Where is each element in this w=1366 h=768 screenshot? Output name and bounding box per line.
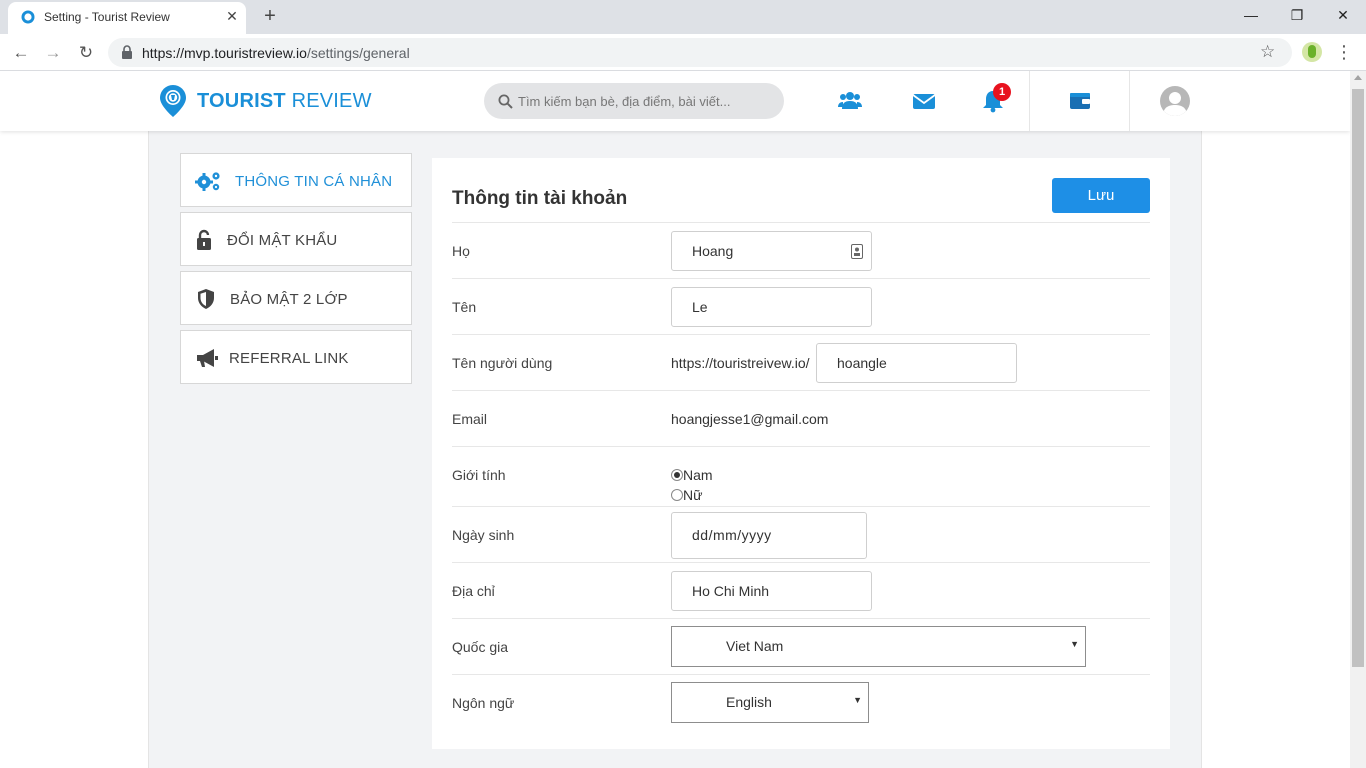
notification-badge: 1 [993, 83, 1011, 101]
form-row-address: Địa chỉ [452, 562, 1150, 618]
sidebar-item-label: ĐỔI MẬT KHẨU [227, 232, 338, 249]
form-row-first-name: Tên [452, 278, 1150, 334]
form-row-username: Tên người dùng https://touristreivew.io/ [452, 334, 1150, 390]
search-input[interactable] [518, 83, 773, 119]
form-row-birthday: Ngày sinh dd/mm/yyyy [452, 506, 1150, 562]
search-box [484, 83, 784, 119]
last-name-field[interactable]: Hoang [671, 231, 872, 271]
gender-option-male[interactable]: Nam [671, 467, 713, 483]
gender-option-female[interactable]: Nữ [671, 487, 702, 503]
browser-menu-icon[interactable]: ⋮ [1334, 41, 1354, 63]
url-path: /settings/general [306, 45, 410, 61]
browser-toolbar: ← → ↻ https://mvp.touristreview.io/setti… [0, 34, 1366, 71]
tourist-review-favicon-icon [21, 10, 35, 24]
header-divider [1129, 71, 1130, 131]
username-prefix: https://touristreivew.io/ [671, 355, 810, 371]
user-icon [1163, 92, 1187, 116]
shield-icon [198, 289, 214, 309]
birthday-label: Ngày sinh [452, 527, 515, 543]
language-select[interactable]: English ▼ [671, 682, 869, 723]
form-row-last-name: Họ Hoang [452, 222, 1150, 278]
restore-button[interactable]: ❐ [1274, 0, 1320, 32]
username-input[interactable] [816, 343, 1017, 383]
contact-card-icon [851, 244, 863, 259]
last-name-value: Hoang [692, 243, 734, 259]
form-row-language: Ngôn ngữ English ▼ [452, 674, 1150, 730]
form-row-gender: Giới tính Nam Nữ [452, 446, 1150, 506]
tab-title: Setting - Tourist Review [44, 10, 170, 24]
birthday-input[interactable]: dd/mm/yyyy [671, 512, 867, 559]
avatar[interactable] [1160, 86, 1190, 116]
email-label: Email [452, 411, 488, 427]
save-button[interactable]: Lưu [1052, 178, 1150, 213]
sidebar-item-two-factor[interactable]: BẢO MẬT 2 LỚP [180, 271, 412, 325]
account-info-card: Thông tin tài khoản Lưu Họ Hoang Tên Tên… [432, 158, 1170, 749]
page-title: Thông tin tài khoản [452, 188, 628, 209]
form-row-email: Email hoangjesse1@gmail.com [452, 390, 1150, 446]
gender-option-label: Nữ [683, 487, 703, 503]
country-value: Viet Nam [726, 638, 784, 654]
sidebar-item-personal-info[interactable]: THÔNG TIN CÁ NHÂN [180, 153, 412, 207]
gears-icon [195, 172, 220, 191]
sidebar-item-referral[interactable]: REFERRAL LINK [180, 330, 412, 384]
bookmark-star-icon[interactable]: ☆ [1260, 42, 1275, 62]
new-tab-button[interactable]: + [259, 6, 281, 28]
sidebar-item-label: REFERRAL LINK [229, 350, 349, 367]
url-host: https://mvp.touristreview.io [142, 45, 307, 61]
sidebar-item-label: BẢO MẬT 2 LỚP [230, 291, 348, 308]
sidebar-item-change-password[interactable]: ĐỔI MẬT KHẨU [180, 212, 412, 266]
page-viewport: TOURIST REVIEW 1 [0, 71, 1350, 768]
page-scrollbar[interactable] [1350, 71, 1366, 768]
scroll-up-arrow-icon[interactable] [1354, 75, 1362, 80]
unlock-icon [197, 229, 211, 250]
first-name-input[interactable] [671, 287, 872, 327]
megaphone-icon [197, 349, 218, 367]
radio-button-checked[interactable] [671, 469, 683, 481]
chevron-down-icon: ▼ [1070, 639, 1079, 649]
gender-option-label: Nam [683, 467, 713, 483]
radio-button[interactable] [671, 489, 683, 501]
scrollbar-thumb[interactable] [1352, 89, 1364, 667]
address-bar[interactable]: https://mvp.touristreview.io/settings/ge… [108, 38, 1292, 67]
chevron-down-icon: ▼ [853, 695, 862, 705]
back-button[interactable]: ← [8, 40, 34, 66]
language-value: English [726, 694, 772, 710]
form-row-country: Quốc gia Viet Nam ▼ [452, 618, 1150, 674]
country-select[interactable]: Viet Nam ▼ [671, 626, 1086, 667]
address-label: Địa chỉ [452, 583, 495, 599]
sidebar-item-label: THÔNG TIN CÁ NHÂN [235, 173, 393, 190]
search-icon [498, 94, 513, 109]
last-name-label: Họ [452, 243, 470, 259]
wallet-icon[interactable] [1067, 89, 1093, 113]
site-header: TOURIST REVIEW 1 [0, 71, 1350, 131]
country-label: Quốc gia [452, 639, 509, 655]
address-input[interactable] [671, 571, 872, 611]
forward-button[interactable]: → [40, 40, 66, 66]
email-value: hoangjesse1@gmail.com [671, 411, 829, 427]
browser-tab[interactable]: Setting - Tourist Review ✕ [8, 2, 246, 34]
friends-icon[interactable] [837, 89, 863, 113]
first-name-label: Tên [452, 299, 477, 315]
window-close-button[interactable]: ✕ [1320, 0, 1366, 32]
lock-icon [122, 45, 132, 59]
header-divider [1029, 71, 1030, 131]
language-label: Ngôn ngữ [452, 695, 515, 711]
mail-icon[interactable] [911, 89, 937, 113]
logo-text-light: REVIEW [285, 90, 372, 112]
gender-label: Giới tính [452, 467, 506, 483]
url-text: https://mvp.touristreview.io/settings/ge… [142, 45, 410, 61]
logo-text-bold: TOURIST [197, 90, 286, 112]
logo-pin-icon[interactable] [159, 84, 187, 118]
birthday-placeholder: dd/mm/yyyy [692, 527, 772, 543]
logo-text[interactable]: TOURIST REVIEW [197, 90, 372, 113]
tab-close-icon[interactable]: ✕ [224, 8, 240, 24]
extension-icon[interactable] [1302, 42, 1322, 62]
minimize-button[interactable]: — [1228, 0, 1274, 32]
username-label: Tên người dùng [452, 355, 553, 371]
browser-tab-bar: Setting - Tourist Review ✕ + — ❐ ✕ [0, 0, 1366, 34]
reload-button[interactable]: ↻ [73, 40, 99, 66]
